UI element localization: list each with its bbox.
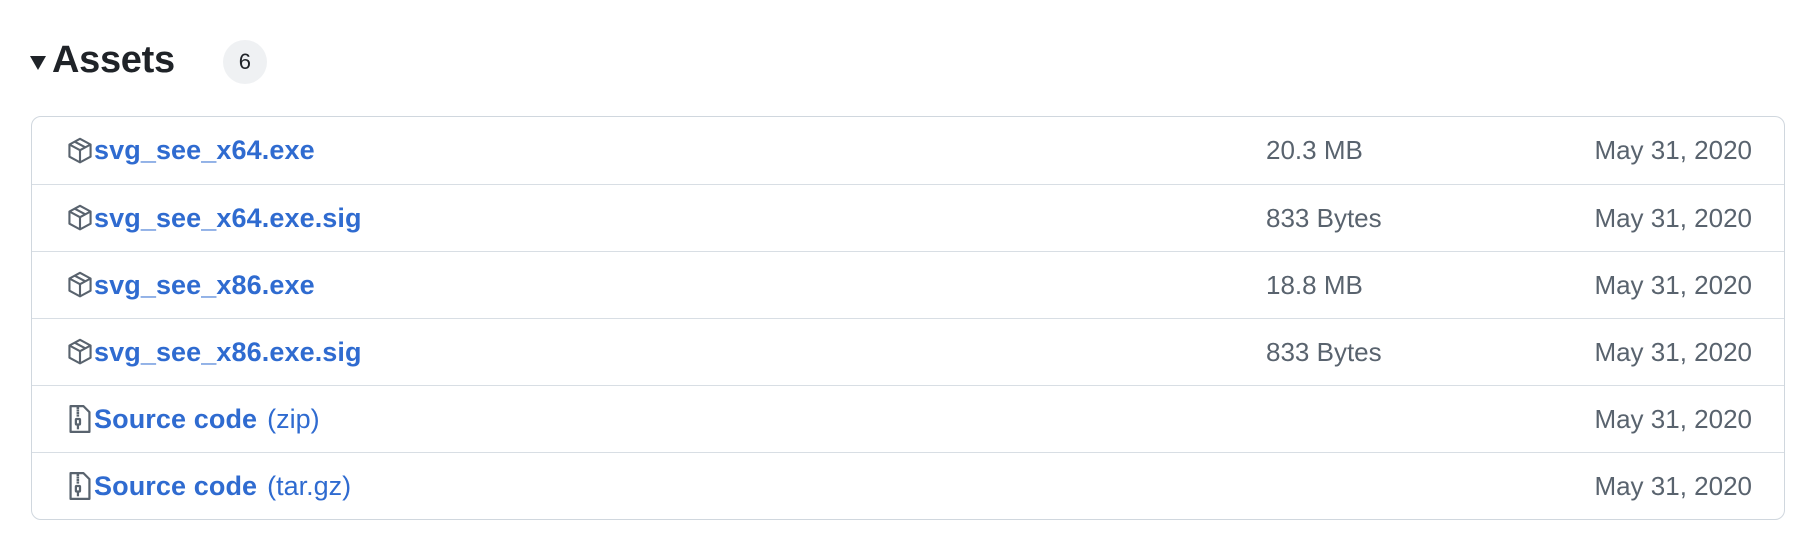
assets-list: svg_see_x64.exe 20.3 MB May 31, 2020 svg… (31, 116, 1785, 520)
asset-size: 833 Bytes (1266, 336, 1382, 367)
asset-format: (tar.gz) (267, 470, 352, 501)
file-zip-icon (66, 404, 94, 434)
asset-link[interactable]: svg_see_x64.exe (66, 135, 315, 166)
asset-size: 833 Bytes (1266, 202, 1382, 233)
asset-date: May 31, 2020 (1594, 403, 1752, 434)
asset-date: May 31, 2020 (1594, 269, 1752, 300)
asset-row: svg_see_x86.exe.sig 833 Bytes May 31, 20… (32, 318, 1784, 385)
asset-row: svg_see_x86.exe 18.8 MB May 31, 2020 (32, 251, 1784, 318)
asset-name: Source code (94, 403, 258, 434)
asset-link[interactable]: svg_see_x64.exe.sig (66, 203, 362, 234)
asset-link[interactable]: Source code (zip) (66, 404, 320, 435)
asset-row: Source code (zip) May 31, 2020 (32, 385, 1784, 452)
asset-link[interactable]: Source code (tar.gz) (66, 471, 351, 502)
asset-row: svg_see_x64.exe 20.3 MB May 31, 2020 (32, 117, 1784, 184)
asset-row: svg_see_x64.exe.sig 833 Bytes May 31, 20… (32, 184, 1784, 251)
package-icon (66, 270, 94, 300)
asset-size: 18.8 MB (1266, 269, 1363, 300)
asset-row: Source code (tar.gz) May 31, 2020 (32, 452, 1784, 519)
asset-format: (zip) (267, 403, 320, 434)
asset-name: svg_see_x86.exe (94, 269, 315, 300)
caret-down-icon[interactable] (30, 56, 46, 70)
asset-link[interactable]: svg_see_x86.exe (66, 270, 315, 301)
package-icon (66, 337, 94, 367)
asset-name: svg_see_x64.exe (94, 135, 315, 165)
file-zip-icon (66, 471, 94, 501)
assets-count-badge: 6 (222, 40, 267, 84)
asset-date: May 31, 2020 (1594, 135, 1752, 165)
asset-date: May 31, 2020 (1594, 470, 1752, 501)
asset-name: svg_see_x64.exe.sig (94, 202, 362, 233)
assets-title[interactable]: Assets (52, 39, 175, 82)
asset-name: Source code (94, 470, 258, 501)
asset-link[interactable]: svg_see_x86.exe.sig (66, 337, 362, 368)
assets-header: Assets 6 (30, 30, 267, 90)
asset-size: 20.3 MB (1266, 135, 1363, 165)
asset-name: svg_see_x86.exe.sig (94, 336, 362, 367)
package-icon (66, 136, 94, 166)
package-icon (66, 203, 94, 233)
asset-date: May 31, 2020 (1594, 336, 1752, 367)
asset-date: May 31, 2020 (1594, 202, 1752, 233)
